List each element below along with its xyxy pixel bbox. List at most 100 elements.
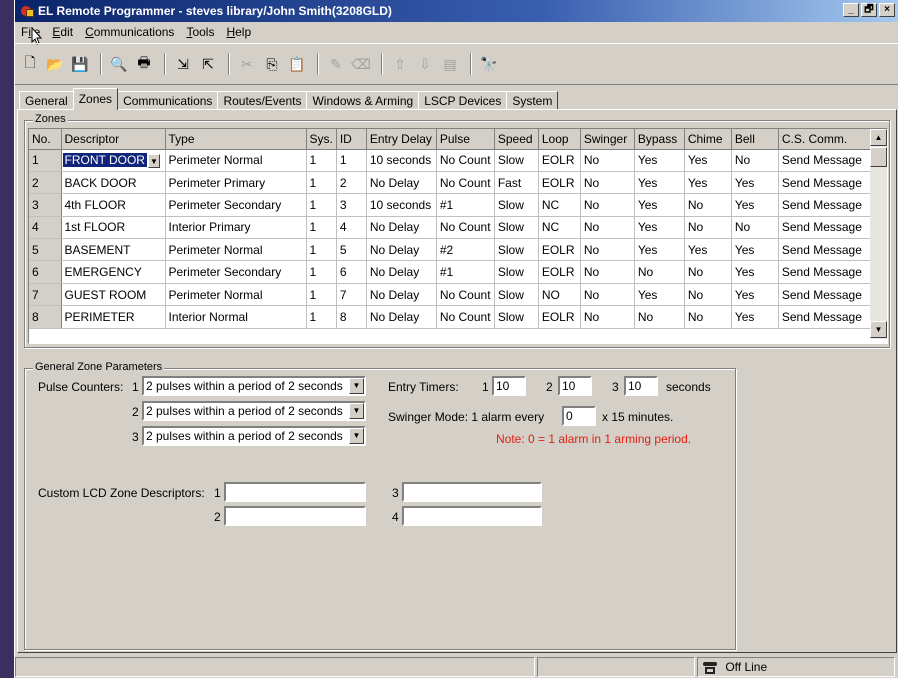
entry-timer-3-input[interactable]: 10 bbox=[624, 376, 658, 396]
cell-loop[interactable]: EOLR bbox=[538, 260, 581, 284]
cell-pulse[interactable]: No Count bbox=[436, 171, 495, 195]
cell-bell[interactable]: Yes bbox=[731, 238, 779, 262]
menu-communications[interactable]: Communications bbox=[79, 25, 180, 39]
print-preview-icon[interactable]: 🔍 bbox=[108, 53, 130, 75]
chevron-down-icon[interactable]: ▼ bbox=[349, 403, 364, 419]
cell-type[interactable]: Interior Primary bbox=[165, 216, 307, 240]
cell-pulse[interactable]: #1 bbox=[436, 193, 495, 217]
cell-descriptor[interactable]: BACK DOOR bbox=[61, 171, 166, 195]
tab-windows-arming[interactable]: Windows & Arming bbox=[306, 91, 420, 110]
cell-loop[interactable]: NO bbox=[538, 283, 581, 307]
cell-pulse[interactable]: No Count bbox=[436, 149, 495, 172]
scroll-down-icon[interactable]: ▼ bbox=[870, 321, 887, 338]
cell-chime[interactable]: No bbox=[684, 260, 732, 284]
cell-bypass[interactable]: Yes bbox=[634, 216, 685, 240]
selected-descriptor[interactable]: FRONT DOOR bbox=[62, 152, 147, 167]
tab-system[interactable]: System bbox=[506, 91, 559, 110]
cell-swinger[interactable]: No bbox=[580, 149, 635, 172]
cell-c-s-comm[interactable]: Send Message bbox=[778, 193, 874, 217]
cell-loop[interactable]: EOLR bbox=[538, 305, 581, 329]
cell-speed[interactable]: Slow bbox=[494, 149, 539, 172]
cell-descriptor[interactable]: PERIMETER bbox=[61, 305, 166, 329]
cell-speed[interactable]: Slow bbox=[494, 193, 539, 217]
cell-c-s-comm[interactable]: Send Message bbox=[778, 171, 874, 195]
cell-bell[interactable]: No bbox=[731, 149, 779, 172]
cell-entry-delay[interactable]: 10 seconds bbox=[366, 149, 437, 172]
cell-speed[interactable]: Slow bbox=[494, 260, 539, 284]
column-header-entry-delay[interactable]: Entry Delay bbox=[366, 129, 437, 150]
cell-entry-delay[interactable]: No Delay bbox=[366, 171, 437, 195]
cell-entry-delay[interactable]: No Delay bbox=[366, 238, 437, 262]
cell-loop[interactable]: EOLR bbox=[538, 171, 581, 195]
cell-bell[interactable]: Yes bbox=[731, 305, 779, 329]
find-icon[interactable]: 🔭 bbox=[478, 53, 500, 75]
cell-bypass[interactable]: No bbox=[634, 260, 685, 284]
print-icon[interactable]: 🖶 bbox=[133, 53, 155, 75]
menu-tools[interactable]: Tools bbox=[180, 25, 220, 39]
table-row[interactable]: 4 1st FLOOR Interior Primary 1 4 No Delay No C… bbox=[29, 216, 874, 240]
cell-chime[interactable]: Yes bbox=[684, 149, 732, 172]
cell-entry-delay[interactable]: No Delay bbox=[366, 216, 437, 240]
cell-chime[interactable]: No bbox=[684, 305, 732, 329]
cell-chime[interactable]: Yes bbox=[684, 238, 732, 262]
cell-sys[interactable]: 1 bbox=[306, 283, 337, 307]
column-header-id[interactable]: ID bbox=[336, 129, 367, 150]
tab-communications[interactable]: Communications bbox=[117, 91, 219, 110]
column-header-swinger[interactable]: Swinger bbox=[580, 129, 635, 150]
cell-type[interactable]: Perimeter Normal bbox=[165, 283, 307, 307]
cell-c-s-comm[interactable]: Send Message bbox=[778, 283, 874, 307]
column-header-pulse[interactable]: Pulse bbox=[436, 129, 495, 150]
tab-routes-events[interactable]: Routes/Events bbox=[217, 91, 308, 110]
save-icon[interactable]: 💾 bbox=[69, 53, 91, 75]
pulse-counter-3-select[interactable]: 2 pulses within a period of 2 seconds ▼ bbox=[142, 426, 366, 446]
cell-swinger[interactable]: No bbox=[580, 193, 635, 217]
column-header-type[interactable]: Type bbox=[165, 129, 307, 150]
cell-descriptor[interactable]: BASEMENT bbox=[61, 238, 166, 262]
cell-speed[interactable]: Slow bbox=[494, 305, 539, 329]
cell-bypass[interactable]: Yes bbox=[634, 238, 685, 262]
cell-chime[interactable]: Yes bbox=[684, 171, 732, 195]
table-row[interactable]: 7 GUEST ROOM Perimeter Normal 1 7 No Delay No … bbox=[29, 283, 874, 307]
cell-swinger[interactable]: No bbox=[580, 171, 635, 195]
cell-entry-delay[interactable]: No Delay bbox=[366, 283, 437, 307]
cell-c-s-comm[interactable]: Send Message bbox=[778, 260, 874, 284]
scroll-up-icon[interactable]: ▲ bbox=[870, 129, 887, 146]
table-row[interactable]: 5 BASEMENT Perimeter Normal 1 5 No Delay #2 Slo… bbox=[29, 238, 874, 262]
cell-swinger[interactable]: No bbox=[580, 216, 635, 240]
cell-id[interactable]: 8 bbox=[336, 305, 367, 329]
pulse-counter-1-select[interactable]: 2 pulses within a period of 2 seconds ▼ bbox=[142, 376, 366, 396]
cell-loop[interactable]: NC bbox=[538, 216, 581, 240]
cell-speed[interactable]: Fast bbox=[494, 171, 539, 195]
cell-sys[interactable]: 1 bbox=[306, 260, 337, 284]
cell-type[interactable]: Interior Normal bbox=[165, 305, 307, 329]
cell-id[interactable]: 3 bbox=[336, 193, 367, 217]
copy-icon[interactable]: ⎘ bbox=[261, 53, 283, 75]
download-icon[interactable]: ⇲ bbox=[172, 53, 194, 75]
cell-type[interactable]: Perimeter Secondary bbox=[165, 260, 307, 284]
cell-sys[interactable]: 1 bbox=[306, 171, 337, 195]
cell-bypass[interactable]: Yes bbox=[634, 193, 685, 217]
zones-grid[interactable]: No. Descriptor Type Sys. ID Entry Delay Pulse S… bbox=[28, 128, 888, 344]
column-header-no[interactable]: No. bbox=[29, 129, 62, 150]
column-header-bell[interactable]: Bell bbox=[731, 129, 779, 150]
table-row[interactable]: 2 BACK DOOR Perimeter Primary 1 2 No Delay No … bbox=[29, 171, 874, 195]
table-row[interactable]: 3 4th FLOOR Perimeter Secondary 1 3 10 second… bbox=[29, 193, 874, 217]
cell-pulse[interactable]: No Count bbox=[436, 283, 495, 307]
lcd-descriptor-4-input[interactable] bbox=[402, 506, 542, 526]
close-button[interactable]: × bbox=[879, 3, 895, 17]
column-header-speed[interactable]: Speed bbox=[494, 129, 539, 150]
cell-entry-delay[interactable]: No Delay bbox=[366, 305, 437, 329]
cell-descriptor[interactable]: 4th FLOOR bbox=[61, 193, 166, 217]
menu-edit[interactable]: Edit bbox=[46, 25, 79, 39]
cell-id[interactable]: 6 bbox=[336, 260, 367, 284]
minimize-button[interactable]: _ bbox=[843, 3, 859, 17]
cell-speed[interactable]: Slow bbox=[494, 238, 539, 262]
cell-c-s-comm[interactable]: Send Message bbox=[778, 149, 874, 172]
cell-sys[interactable]: 1 bbox=[306, 216, 337, 240]
swinger-mode-input[interactable]: 0 bbox=[562, 406, 596, 426]
cell-chime[interactable]: No bbox=[684, 216, 732, 240]
cell-id[interactable]: 1 bbox=[336, 149, 367, 172]
menu-help[interactable]: Help bbox=[220, 25, 257, 39]
cell-entry-delay[interactable]: No Delay bbox=[366, 260, 437, 284]
cell-entry-delay[interactable]: 10 seconds bbox=[366, 193, 437, 217]
